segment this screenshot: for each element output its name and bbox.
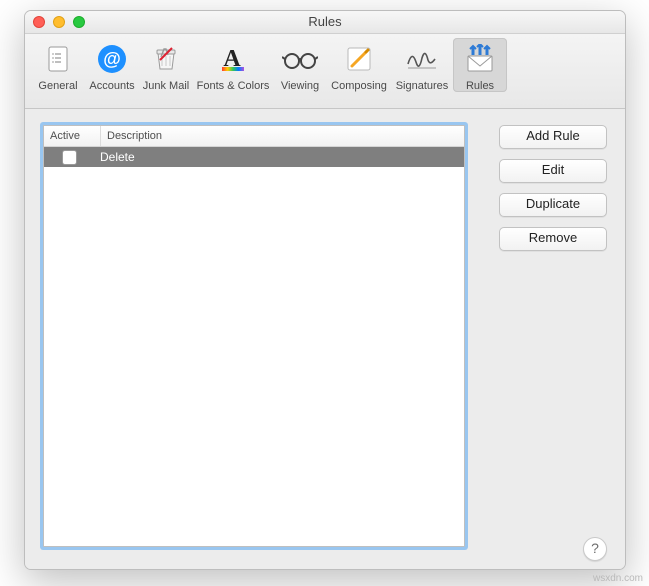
tab-label: Signatures — [391, 80, 453, 92]
general-icon — [31, 40, 85, 78]
add-rule-button[interactable]: Add Rule — [499, 125, 607, 149]
rule-active-checkbox[interactable] — [62, 150, 77, 165]
tab-label: General — [31, 80, 85, 92]
preferences-toolbar: General @ Accounts — [25, 34, 625, 109]
rules-icon — [453, 40, 507, 78]
titlebar: Rules — [25, 11, 625, 34]
table-row[interactable]: Delete — [44, 147, 464, 167]
composing-icon — [327, 40, 391, 78]
duplicate-button[interactable]: Duplicate — [499, 193, 607, 217]
viewing-icon — [273, 40, 327, 78]
close-window-button[interactable] — [33, 16, 45, 28]
tab-label: Fonts & Colors — [193, 80, 273, 92]
accounts-icon: @ — [85, 40, 139, 78]
tab-viewing[interactable]: Viewing — [273, 38, 327, 92]
rules-pane: Active Description Delete Add Rule Edit … — [25, 109, 625, 570]
window-title: Rules — [308, 14, 341, 29]
edit-button[interactable]: Edit — [499, 159, 607, 183]
junk-mail-icon — [139, 40, 193, 78]
tab-label: Accounts — [85, 80, 139, 92]
rules-table[interactable]: Active Description Delete — [43, 125, 465, 547]
help-button[interactable]: ? — [583, 537, 607, 561]
tab-fonts-colors[interactable]: A Fonts & Colors — [193, 38, 273, 92]
zoom-window-button[interactable] — [73, 16, 85, 28]
svg-text:@: @ — [103, 49, 121, 69]
rules-table-header: Active Description — [44, 126, 464, 147]
tab-signatures[interactable]: Signatures — [391, 38, 453, 92]
rule-action-buttons: Add Rule Edit Duplicate Remove — [499, 125, 607, 251]
column-header-active[interactable]: Active — [44, 126, 101, 146]
tab-junk-mail[interactable]: Junk Mail — [139, 38, 193, 92]
watermark-text: wsxdn.com — [593, 573, 643, 584]
tab-label: Junk Mail — [139, 80, 193, 92]
tab-label: Viewing — [273, 80, 327, 92]
tab-label: Composing — [327, 80, 391, 92]
tab-rules[interactable]: Rules — [453, 38, 507, 92]
signatures-icon — [391, 40, 453, 78]
minimize-window-button[interactable] — [53, 16, 65, 28]
preferences-window: Rules General @ — [24, 10, 626, 570]
column-header-description[interactable]: Description — [101, 126, 464, 146]
tab-general[interactable]: General — [31, 38, 85, 92]
tab-accounts[interactable]: @ Accounts — [85, 38, 139, 92]
rule-description: Delete — [94, 150, 464, 164]
tab-composing[interactable]: Composing — [327, 38, 391, 92]
window-controls — [33, 16, 85, 28]
fonts-colors-icon: A — [193, 40, 273, 78]
remove-button[interactable]: Remove — [499, 227, 607, 251]
tab-label: Rules — [453, 80, 507, 92]
